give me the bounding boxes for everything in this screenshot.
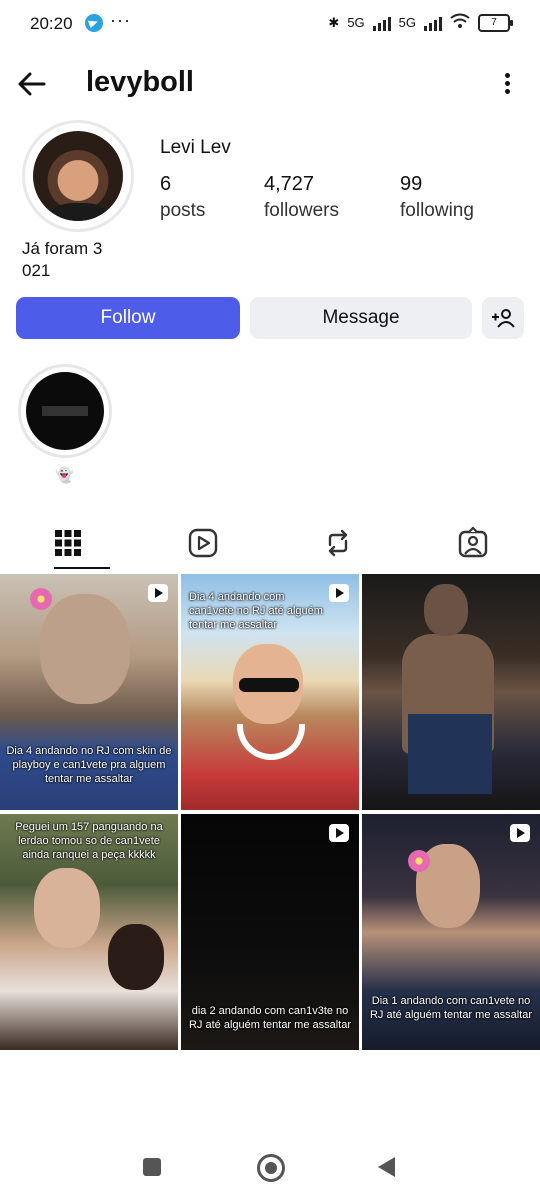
signal-1-icon	[372, 15, 391, 31]
signal-2-icon	[424, 15, 442, 31]
message-button[interactable]: Message	[250, 297, 472, 339]
flower-sticker-icon	[408, 850, 430, 872]
status-bar: 20:20 ··· ✱ 5G 5G 7	[0, 0, 540, 48]
reposts-icon	[328, 529, 347, 557]
headphones	[237, 724, 305, 760]
following-stat[interactable]: 99 following	[400, 173, 474, 222]
suggest-people-button[interactable]	[482, 297, 524, 339]
post-thumbnail-3[interactable]	[362, 574, 540, 810]
post-caption-1: Dia 4 andando no RJ com skin de playboy …	[6, 745, 172, 785]
posts-count: 6	[160, 173, 172, 195]
posts-grid: Dia 4 andando no RJ com skin de playboy …	[0, 574, 540, 1052]
username-title: levyboll	[86, 66, 194, 98]
profile-header: levyboll	[0, 56, 540, 112]
tab-tagged[interactable]	[405, 518, 540, 568]
follow-button[interactable]: Follow	[16, 297, 240, 339]
post-caption-2: Dia 4 andando com can1vete no RJ até alg…	[189, 591, 323, 631]
reels-icon	[188, 528, 217, 558]
back-arrow-icon[interactable]	[14, 66, 50, 102]
recent-apps-button[interactable]	[143, 1158, 161, 1176]
post-caption-6: Dia 1 andando com can1vete no RJ até alg…	[369, 995, 533, 1021]
post-thumbnail-4[interactable]: Peguei um 157 panguando na lerdao tomou …	[0, 814, 178, 1050]
flower-sticker-icon	[30, 588, 52, 610]
tab-reels[interactable]	[135, 518, 270, 568]
more-notifications-icon: ···	[110, 10, 131, 30]
post-thumbnail-2[interactable]: Dia 4 andando com can1vete no RJ até alg…	[181, 574, 359, 810]
active-tab-indicator	[54, 567, 110, 569]
grid-icon	[54, 530, 81, 556]
tab-reposts[interactable]	[270, 518, 405, 568]
following-count: 99	[400, 173, 423, 195]
more-options-icon[interactable]	[502, 70, 512, 98]
signal-2-label: 5G	[398, 15, 416, 30]
profile-avatar[interactable]	[22, 120, 134, 232]
highlight-ghost-icon: 👻	[55, 467, 74, 484]
post-thumbnail-1[interactable]: Dia 4 andando no RJ com skin de playboy …	[0, 574, 178, 810]
telegram-icon	[85, 14, 103, 32]
system-nav-bar	[0, 1140, 540, 1200]
followers-stat[interactable]: 4,727 followers	[264, 173, 339, 222]
status-time: 20:20	[30, 14, 73, 33]
posts-stat[interactable]: 6 posts	[160, 173, 205, 222]
reel-icon	[329, 584, 349, 602]
reel-icon	[329, 824, 349, 842]
add-person-icon	[492, 309, 515, 328]
post-caption-4: Peguei um 157 panguando na lerdao tomou …	[15, 821, 163, 861]
sunglasses	[239, 678, 299, 692]
post-thumbnail-6[interactable]: Dia 1 andando com can1vete no RJ até alg…	[362, 814, 540, 1050]
post-thumbnail-5[interactable]: dia 2 andando com can1v3te no RJ até alg…	[181, 814, 359, 1050]
wifi-icon	[450, 13, 470, 32]
following-label: following	[400, 200, 474, 221]
profile-bio: Já foram 3 021	[22, 239, 103, 280]
home-button[interactable]	[257, 1154, 285, 1182]
battery-icon: 7	[478, 13, 513, 32]
tagged-icon	[458, 527, 487, 558]
profile-tabs	[0, 518, 540, 570]
followers-count: 4,727	[264, 173, 315, 195]
system-back-button[interactable]	[378, 1157, 395, 1177]
post-caption-5: dia 2 andando com can1v3te no RJ até alg…	[188, 1005, 352, 1031]
highlight-cover	[26, 372, 104, 450]
full-name: Levi Lev	[160, 137, 231, 158]
avatar-image	[33, 131, 123, 221]
reel-icon	[510, 824, 530, 842]
signal-1-label: 5G	[347, 15, 365, 30]
status-icons: ✱ 5G 5G 7	[328, 13, 513, 32]
posts-label: posts	[160, 200, 206, 221]
story-highlight[interactable]	[18, 364, 112, 458]
tab-posts-grid[interactable]	[0, 518, 135, 568]
bluetooth-icon: ✱	[328, 14, 340, 30]
reel-icon	[148, 584, 168, 602]
followers-label: followers	[264, 200, 339, 221]
